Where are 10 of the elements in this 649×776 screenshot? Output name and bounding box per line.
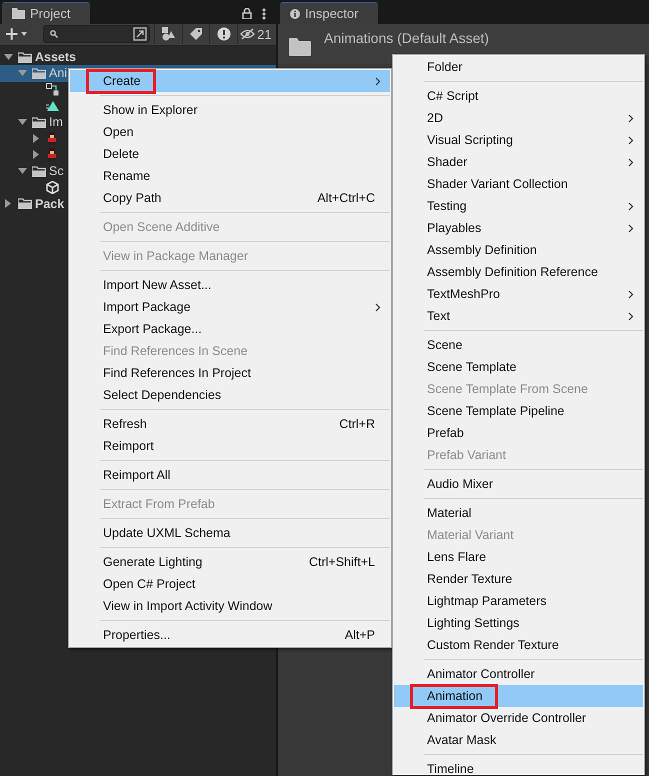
- tree-label: Ani: [49, 66, 68, 80]
- tree-label: Im: [49, 115, 63, 130]
- shortcut-label: Alt+P: [344, 628, 375, 642]
- shortcut-label: Alt+Ctrl+C: [317, 191, 375, 205]
- tree-label: Sc: [49, 164, 64, 178]
- tree-label: Pack: [35, 196, 64, 211]
- tree-label: Assets: [35, 50, 76, 64]
- asset-title: Animations (Default Asset): [324, 30, 489, 46]
- shortcut-label: Ctrl+Shift+L: [308, 555, 375, 569]
- shortcut-label: Ctrl+R: [339, 417, 375, 431]
